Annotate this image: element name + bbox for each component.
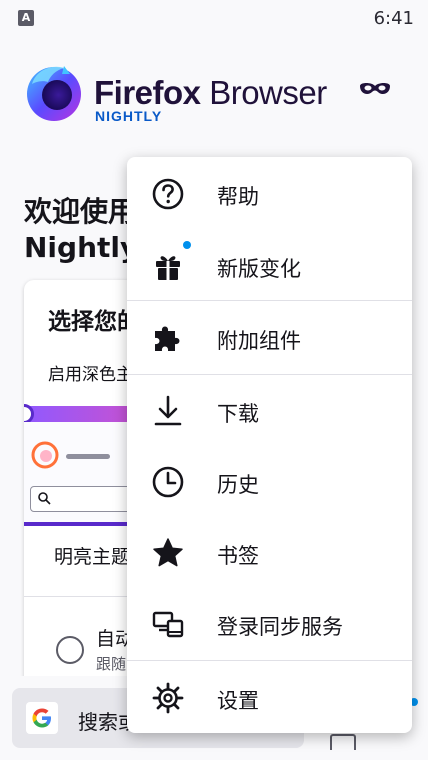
gift-icon [156, 256, 180, 280]
puzzle-icon [155, 326, 180, 351]
mini-tab-bar [66, 454, 110, 459]
brand-name-bold: Firefox [94, 74, 201, 111]
whats-new-badge [183, 241, 191, 249]
menu-item-settings[interactable]: 设置 [127, 663, 412, 733]
auto-theme-radio[interactable] [56, 636, 84, 664]
tabs-counter-icon[interactable] [330, 734, 356, 750]
menu-divider [127, 300, 412, 301]
sync-devices-icon [152, 611, 184, 638]
gear-icon [152, 682, 184, 714]
welcome-line-2: Nightly [24, 231, 139, 264]
menu-item-bookmarks[interactable]: 书签 [127, 518, 412, 588]
edition-label: NIGHTLY [95, 108, 163, 124]
brand-name-light: Browser [200, 74, 327, 111]
status-bar: A 6:41 [0, 0, 428, 36]
search-icon [38, 492, 51, 505]
mini-firefox-icon [31, 441, 59, 469]
menu-item-addons-label: 附加组件 [217, 329, 301, 353]
light-theme-label[interactable]: 明亮主题 [54, 542, 130, 569]
menu-item-settings-label: 设置 [217, 689, 259, 713]
menu-item-whats-new-label: 新版变化 [217, 257, 301, 281]
help-icon [152, 178, 184, 210]
google-logo-icon [26, 702, 58, 734]
menu-item-sync[interactable]: 登录同步服务 [127, 589, 412, 659]
menu-item-history-label: 历史 [217, 473, 259, 497]
brand-name: Firefox Browser [94, 74, 327, 112]
menu-divider [127, 374, 412, 375]
menu-item-help[interactable]: 帮助 [127, 159, 412, 229]
clock-icon [152, 466, 184, 498]
status-app-icon: A [18, 10, 34, 26]
firefox-nightly-logo-icon [27, 66, 81, 121]
welcome-line-1: 欢迎使用 [24, 195, 137, 228]
menu-item-downloads[interactable]: 下载 [127, 376, 412, 446]
overflow-menu: 帮助 新版变化 附加组件 下载 历史 书签 登录同步服务 设置 [127, 157, 412, 733]
download-icon [154, 395, 182, 426]
status-time: 6:41 [373, 8, 414, 29]
menu-item-whats-new[interactable]: 新版变化 [127, 231, 412, 301]
menu-item-help-label: 帮助 [217, 185, 259, 209]
menu-item-bookmarks-label: 书签 [217, 544, 259, 568]
private-mode-mask-icon[interactable] [358, 80, 392, 100]
welcome-heading: 欢迎使用 Nightly [24, 194, 138, 266]
menu-item-history[interactable]: 历史 [127, 447, 412, 517]
menu-item-downloads-label: 下载 [217, 402, 259, 426]
menu-item-addons[interactable]: 附加组件 [127, 303, 412, 373]
star-icon [153, 538, 183, 567]
app-header: Firefox Browser NIGHTLY [24, 62, 404, 126]
menu-divider [127, 660, 412, 661]
menu-item-sync-label: 登录同步服务 [217, 615, 343, 639]
